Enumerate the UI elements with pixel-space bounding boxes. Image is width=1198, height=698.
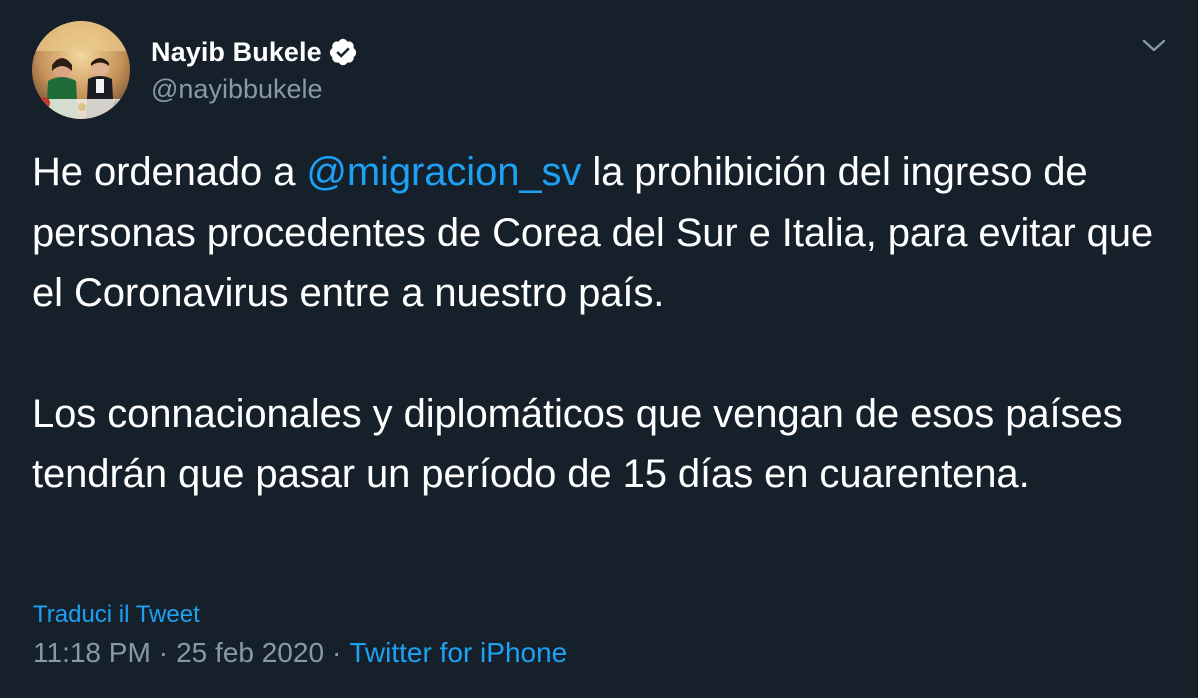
meta-separator: · — [332, 637, 342, 668]
meta-separator: · — [158, 637, 169, 668]
tweet-paragraph-1: He ordenado a @migracion_sv la prohibici… — [32, 142, 1172, 324]
tweet-date[interactable]: 25 feb 2020 — [176, 637, 324, 668]
author-avatar[interactable] — [32, 21, 130, 119]
verified-badge-icon — [328, 37, 358, 67]
author-name-row[interactable]: Nayib Bukele — [151, 34, 358, 70]
translate-tweet-link[interactable]: Traduci il Tweet — [33, 601, 200, 629]
tweet-card: Nayib Bukele @nayibbukele He ordenado a … — [0, 0, 1198, 698]
chevron-down-icon[interactable] — [1138, 32, 1170, 60]
author-display-name[interactable]: Nayib Bukele — [151, 37, 322, 68]
mention-link[interactable]: @migracion_sv — [306, 150, 581, 194]
tweet-source-link[interactable]: Twitter for iPhone — [349, 637, 567, 668]
tweet-text-part: He ordenado a — [32, 150, 307, 194]
avatar-photo — [32, 21, 130, 119]
tweet-paragraph-2: Los connacionales y diplomáticos que ven… — [32, 391, 1123, 497]
tweet-meta: 11:18 PM · 25 feb 2020 · Twitter for iPhone — [33, 637, 567, 669]
tweet-text: He ordenado a @migracion_sv la prohibici… — [32, 142, 1172, 505]
tweet-time[interactable]: 11:18 PM — [33, 637, 151, 668]
author-handle[interactable]: @nayibbukele — [151, 74, 323, 105]
